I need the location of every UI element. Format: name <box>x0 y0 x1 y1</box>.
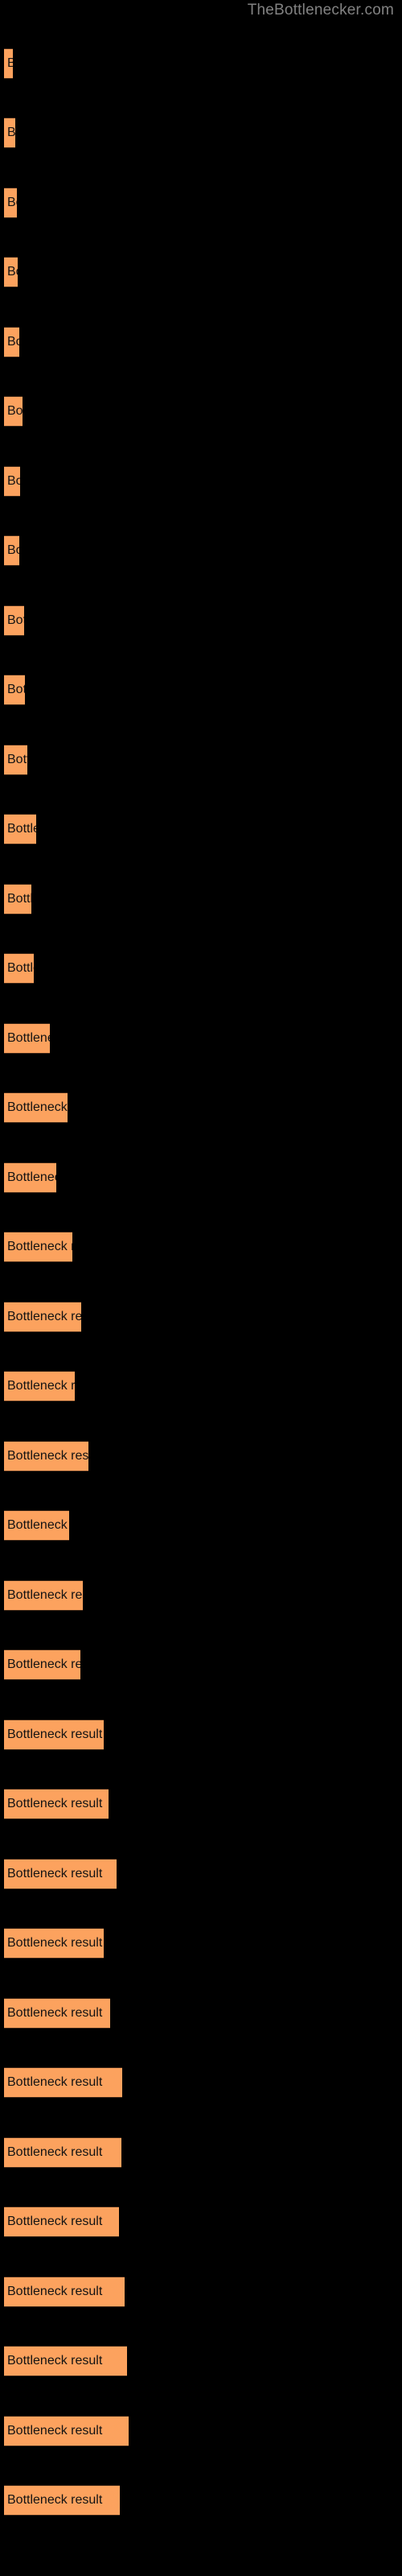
bar <box>4 1510 69 1541</box>
bar <box>4 1023 51 1054</box>
bar <box>4 48 13 79</box>
bar <box>4 675 26 705</box>
bar <box>4 1859 117 1889</box>
bar <box>4 745 28 775</box>
bar <box>4 1928 104 1959</box>
bar <box>4 2485 121 2516</box>
bar-chart-plot-area: Bottleneck resultBottleneck resultBottle… <box>0 0 402 2576</box>
bar <box>4 1789 109 1819</box>
bar <box>4 466 21 497</box>
bar <box>4 1719 104 1750</box>
bar <box>4 1649 80 1680</box>
bar <box>4 2137 121 2168</box>
chart-page: TheBottlenecker.com Bottleneck resultBot… <box>0 0 402 2576</box>
bar <box>4 2416 129 2446</box>
bar <box>4 396 23 427</box>
bar <box>4 188 17 218</box>
bar <box>4 1441 89 1472</box>
bar <box>4 257 18 287</box>
bar <box>4 1371 76 1402</box>
bar <box>4 1580 83 1611</box>
bar <box>4 2277 125 2307</box>
bar <box>4 953 35 984</box>
bar <box>4 1162 57 1193</box>
bar <box>4 535 19 566</box>
bar <box>4 1232 73 1262</box>
bar <box>4 1998 110 2029</box>
bar <box>4 2067 123 2098</box>
bar <box>4 1092 68 1123</box>
bar <box>4 1302 82 1332</box>
bar <box>4 605 24 636</box>
bar <box>4 2207 119 2237</box>
bar <box>4 327 19 357</box>
bar <box>4 118 15 148</box>
bar <box>4 2346 128 2376</box>
bar <box>4 814 37 844</box>
bar <box>4 884 32 914</box>
